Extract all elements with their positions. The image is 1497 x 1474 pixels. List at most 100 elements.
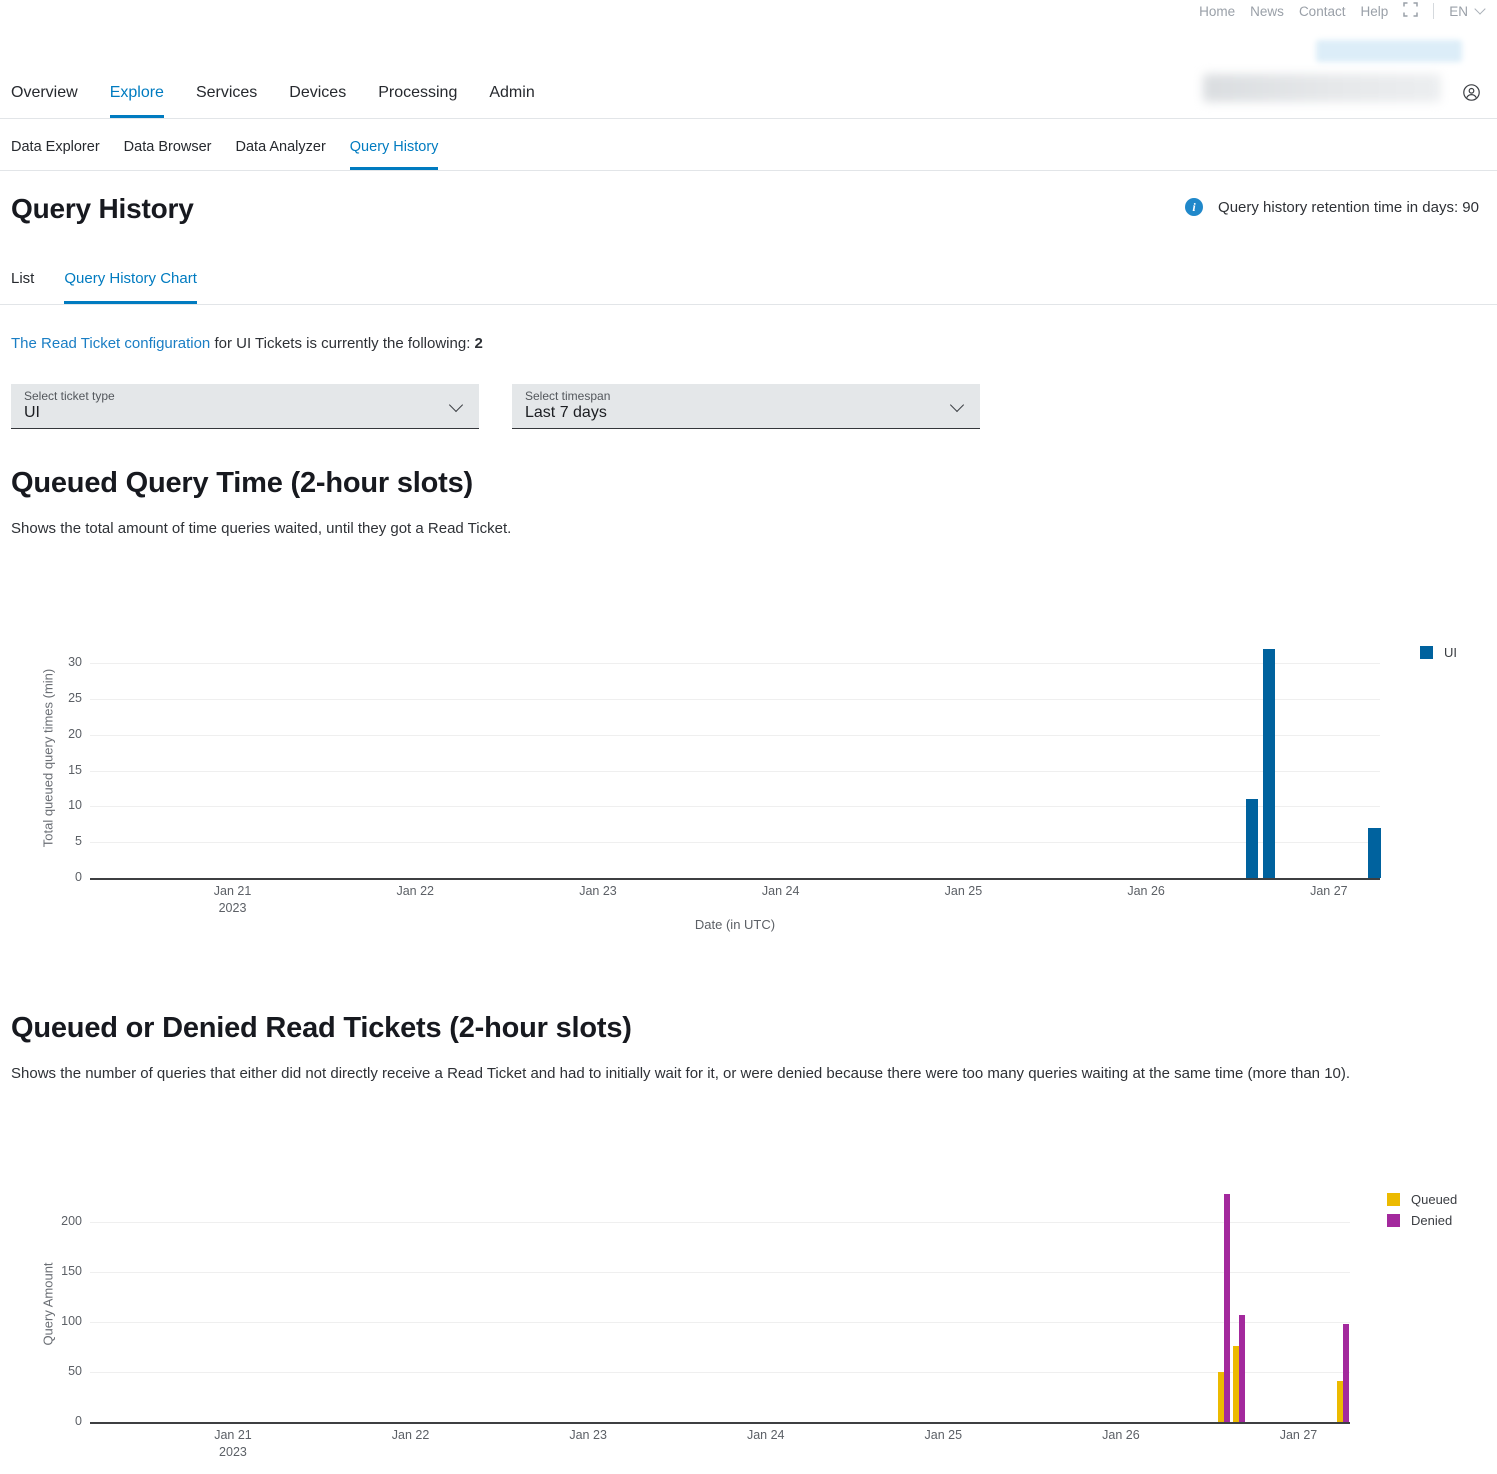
- gridline: [90, 806, 1380, 807]
- legend-swatch-queued: [1387, 1193, 1400, 1206]
- queued-denied-tickets-section: Queued or Denied Read Tickets (2-hour sl…: [0, 1012, 1497, 1463]
- chart-legend: Queued Denied: [1387, 1192, 1457, 1228]
- x-tick-label: Jan 24: [731, 884, 831, 898]
- fullscreen-icon[interactable]: [1403, 2, 1418, 20]
- y-tick-label: 0: [38, 1414, 82, 1428]
- nav-item-explore[interactable]: Explore: [110, 84, 164, 118]
- x-tick-label: Jan 26: [1096, 884, 1196, 898]
- divider: [1433, 3, 1434, 19]
- tab-query-history-chart[interactable]: Query History Chart: [64, 270, 197, 304]
- timespan-select-value: Last 7 days: [525, 404, 940, 422]
- retention-note-text: Query history retention time in days: 90: [1218, 199, 1479, 216]
- redacted-brand-name: [1203, 74, 1441, 102]
- gridline: [90, 842, 1380, 843]
- nav-item-services[interactable]: Services: [196, 84, 257, 118]
- legend-label: Queued: [1411, 1192, 1457, 1207]
- bar-ui: [1246, 799, 1258, 878]
- section-desc-queued-query-time: Shows the total amount of time queries w…: [0, 517, 1450, 540]
- x-tick-label: Jan 212023: [183, 1428, 283, 1459]
- read-ticket-config-link[interactable]: The Read Ticket configuration: [11, 335, 210, 352]
- x-tick-label: Jan 25: [913, 884, 1013, 898]
- subnav-item-data-analyzer[interactable]: Data Analyzer: [236, 139, 326, 170]
- queued-query-time-chart: UI 051015202530Jan 212023Jan 22Jan 23Jan…: [0, 637, 1497, 937]
- utility-nav: Home News Contact Help EN: [1199, 2, 1484, 20]
- subnav-item-data-browser[interactable]: Data Browser: [124, 139, 212, 170]
- y-tick-label: 200: [38, 1214, 82, 1228]
- redacted-brand-highlight: [1316, 40, 1462, 62]
- subnav-item-data-explorer[interactable]: Data Explorer: [11, 139, 100, 170]
- timespan-select-label: Select timespan: [525, 389, 940, 403]
- x-tick-label: Jan 22: [361, 1428, 461, 1442]
- x-tick-label: Jan 212023: [183, 884, 283, 915]
- gridline: [90, 1272, 1350, 1273]
- gridline: [90, 1372, 1350, 1373]
- user-account-icon[interactable]: [1463, 84, 1480, 106]
- page-title: Query History: [11, 193, 194, 225]
- ticket-type-select[interactable]: Select ticket type UI: [11, 384, 479, 429]
- gridline: [90, 735, 1380, 736]
- gridline: [90, 1222, 1350, 1223]
- chevron-down-icon: [449, 398, 463, 412]
- x-tick-label: Jan 27: [1279, 884, 1379, 898]
- ticket-type-select-value: UI: [24, 404, 439, 422]
- gridline: [90, 699, 1380, 700]
- legend-item-queued[interactable]: Queued: [1387, 1192, 1457, 1207]
- nav-item-devices[interactable]: Devices: [289, 84, 346, 118]
- topbar-link-home[interactable]: Home: [1199, 4, 1235, 19]
- gridline: [90, 1322, 1350, 1323]
- x-axis-line: [90, 1422, 1350, 1424]
- section-heading-queued-query-time: Queued Query Time (2-hour slots): [0, 467, 1497, 500]
- legend-label: UI: [1444, 645, 1457, 660]
- x-tick-label: Jan 23: [548, 884, 648, 898]
- tab-list[interactable]: List: [11, 270, 34, 304]
- nav-item-admin[interactable]: Admin: [489, 84, 534, 118]
- read-ticket-config-note: The Read Ticket configuration for UI Tic…: [0, 305, 1497, 352]
- x-tick-label: Jan 26: [1071, 1428, 1171, 1442]
- chevron-down-icon: [1474, 3, 1485, 14]
- y-tick-label: 50: [38, 1364, 82, 1378]
- sub-nav: Data Explorer Data Browser Data Analyzer…: [0, 119, 1497, 171]
- config-note-text: for UI Tickets is currently the followin…: [210, 335, 474, 352]
- x-tick-label: Jan 22: [365, 884, 465, 898]
- nav-item-overview[interactable]: Overview: [11, 84, 78, 118]
- section-heading-queued-denied: Queued or Denied Read Tickets (2-hour sl…: [0, 1012, 1497, 1045]
- chart-legend: UI: [1420, 645, 1457, 660]
- filters: Select ticket type UI Select timespan La…: [0, 384, 1497, 429]
- x-axis-title: Date (in UTC): [695, 917, 775, 932]
- bar-denied: [1239, 1315, 1245, 1422]
- bar-denied: [1343, 1324, 1349, 1422]
- topbar-link-contact[interactable]: Contact: [1299, 4, 1346, 19]
- topbar-link-help[interactable]: Help: [1360, 4, 1388, 19]
- bar-ui: [1263, 649, 1275, 878]
- queued-query-time-section: Queued Query Time (2-hour slots) Shows t…: [0, 467, 1497, 937]
- bar-denied: [1224, 1194, 1230, 1422]
- queued-denied-tickets-chart: Queued Denied 050100150200Jan 212023Jan …: [0, 1185, 1497, 1463]
- legend-swatch-denied: [1387, 1214, 1400, 1227]
- info-icon: i: [1185, 198, 1203, 216]
- y-tick-label: 0: [38, 870, 82, 884]
- section-desc-queued-denied: Shows the number of queries that either …: [0, 1062, 1450, 1085]
- legend-label: Denied: [1411, 1213, 1452, 1228]
- retention-note: i Query history retention time in days: …: [1185, 198, 1479, 216]
- timespan-select[interactable]: Select timespan Last 7 days: [512, 384, 980, 429]
- legend-item-ui[interactable]: UI: [1420, 645, 1457, 660]
- nav-item-processing[interactable]: Processing: [378, 84, 457, 118]
- topbar-link-news[interactable]: News: [1250, 4, 1284, 19]
- y-axis-title: Query Amount: [41, 1262, 56, 1345]
- config-note-value: 2: [475, 335, 483, 352]
- legend-swatch-ui: [1420, 646, 1433, 659]
- ticket-type-select-label: Select ticket type: [24, 389, 439, 403]
- y-tick-label: 30: [38, 655, 82, 669]
- gridline: [90, 771, 1380, 772]
- gridline: [90, 663, 1380, 664]
- language-selector[interactable]: EN: [1449, 4, 1484, 19]
- chevron-down-icon: [950, 398, 964, 412]
- legend-item-denied[interactable]: Denied: [1387, 1213, 1457, 1228]
- tabs: List Query History Chart: [0, 225, 1497, 305]
- subnav-item-query-history[interactable]: Query History: [350, 139, 439, 170]
- x-tick-label: Jan 25: [893, 1428, 993, 1442]
- y-axis-title: Total queued query times (min): [41, 668, 56, 846]
- bar-ui: [1368, 828, 1380, 878]
- x-tick-label: Jan 23: [538, 1428, 638, 1442]
- x-axis-line: [90, 878, 1380, 880]
